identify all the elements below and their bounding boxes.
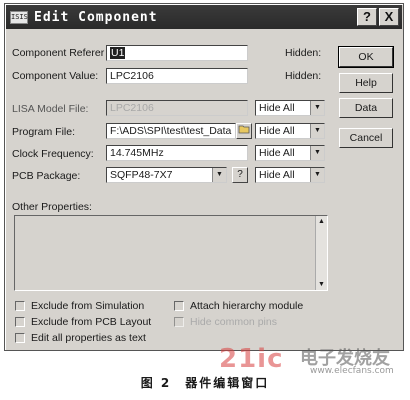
- chevron-down-icon[interactable]: ▼: [310, 101, 324, 115]
- watermark-logo: 21ic: [219, 344, 284, 374]
- pcb-package-value: SQFP48-7X7: [110, 169, 173, 181]
- pcb-visibility-select[interactable]: Hide All ▼: [255, 167, 325, 183]
- scroll-down-icon[interactable]: ▼: [316, 281, 327, 288]
- program-file-field[interactable]: F:\ADS\SPI\test\test_Data: [106, 123, 236, 139]
- reference-hidden-label: Hidden:: [285, 47, 322, 59]
- pcb-query-button[interactable]: ?: [232, 167, 248, 183]
- chevron-down-icon[interactable]: ▼: [310, 124, 324, 138]
- component-reference-value: U1: [110, 47, 126, 59]
- component-value-field[interactable]: LPC2106: [106, 68, 248, 84]
- edit-component-dialog: ISIS Edit Component ? X Component Refere…: [4, 3, 404, 351]
- clock-frequency-field[interactable]: 14.745MHz: [106, 145, 248, 161]
- cancel-button[interactable]: Cancel: [339, 128, 393, 148]
- lisa-model-file-field: LPC2106: [106, 100, 248, 116]
- component-reference-field[interactable]: U1: [106, 45, 248, 61]
- clock-visibility-select[interactable]: Hide All ▼: [255, 145, 325, 161]
- clock-visibility-value: Hide All: [259, 147, 295, 159]
- window-title: Edit Component: [34, 9, 158, 25]
- exclude-simulation-checkbox[interactable]: [15, 301, 25, 311]
- attach-hierarchy-label: Attach hierarchy module: [190, 300, 304, 312]
- ok-button[interactable]: OK: [338, 46, 394, 68]
- clock-frequency-label: Clock Frequency:: [12, 148, 94, 160]
- other-properties-label: Other Properties:: [12, 201, 92, 213]
- close-title-button[interactable]: X: [379, 8, 399, 26]
- lisa-visibility-value: Hide All: [259, 102, 295, 114]
- data-button[interactable]: Data: [339, 98, 393, 118]
- chevron-down-icon[interactable]: ▼: [212, 168, 226, 182]
- scroll-up-icon[interactable]: ▲: [316, 218, 327, 225]
- app-icon: ISIS: [10, 10, 28, 24]
- program-visibility-select[interactable]: Hide All ▼: [255, 123, 325, 139]
- program-visibility-value: Hide All: [259, 125, 295, 137]
- attach-hierarchy-checkbox[interactable]: [174, 301, 184, 311]
- edit-all-checkbox[interactable]: [15, 333, 25, 343]
- program-file-label: Program File:: [12, 126, 76, 138]
- exclude-pcb-label: Exclude from PCB Layout: [31, 316, 152, 328]
- pcb-visibility-value: Hide All: [259, 169, 295, 181]
- chevron-down-icon[interactable]: ▼: [310, 168, 324, 182]
- figure-caption: 图 2 器件编辑窗口: [140, 376, 270, 390]
- value-hidden-label: Hidden:: [285, 70, 322, 82]
- pcb-package-label: PCB Package:: [12, 170, 81, 182]
- component-value-label: Component Value:: [12, 70, 99, 82]
- title-bar[interactable]: ISIS Edit Component ? X: [6, 5, 402, 29]
- pcb-package-select[interactable]: SQFP48-7X7 ▼: [106, 167, 227, 183]
- other-properties-textarea[interactable]: ▲ ▼: [14, 215, 328, 291]
- lisa-model-file-label: LISA Model File:: [12, 103, 89, 115]
- lisa-visibility-select[interactable]: Hide All ▼: [255, 100, 325, 116]
- hide-pins-checkbox: [174, 317, 184, 327]
- help-title-button[interactable]: ?: [357, 8, 377, 26]
- exclude-pcb-checkbox[interactable]: [15, 317, 25, 327]
- edit-all-label: Edit all properties as text: [31, 332, 146, 344]
- properties-scrollbar[interactable]: ▲ ▼: [315, 216, 327, 290]
- browse-folder-icon[interactable]: [236, 123, 252, 139]
- exclude-simulation-label: Exclude from Simulation: [31, 300, 145, 312]
- component-reference-label: Component Referer: [12, 47, 105, 59]
- hide-pins-label: Hide common pins: [190, 316, 277, 328]
- help-button[interactable]: Help: [339, 73, 393, 93]
- chevron-down-icon[interactable]: ▼: [310, 146, 324, 160]
